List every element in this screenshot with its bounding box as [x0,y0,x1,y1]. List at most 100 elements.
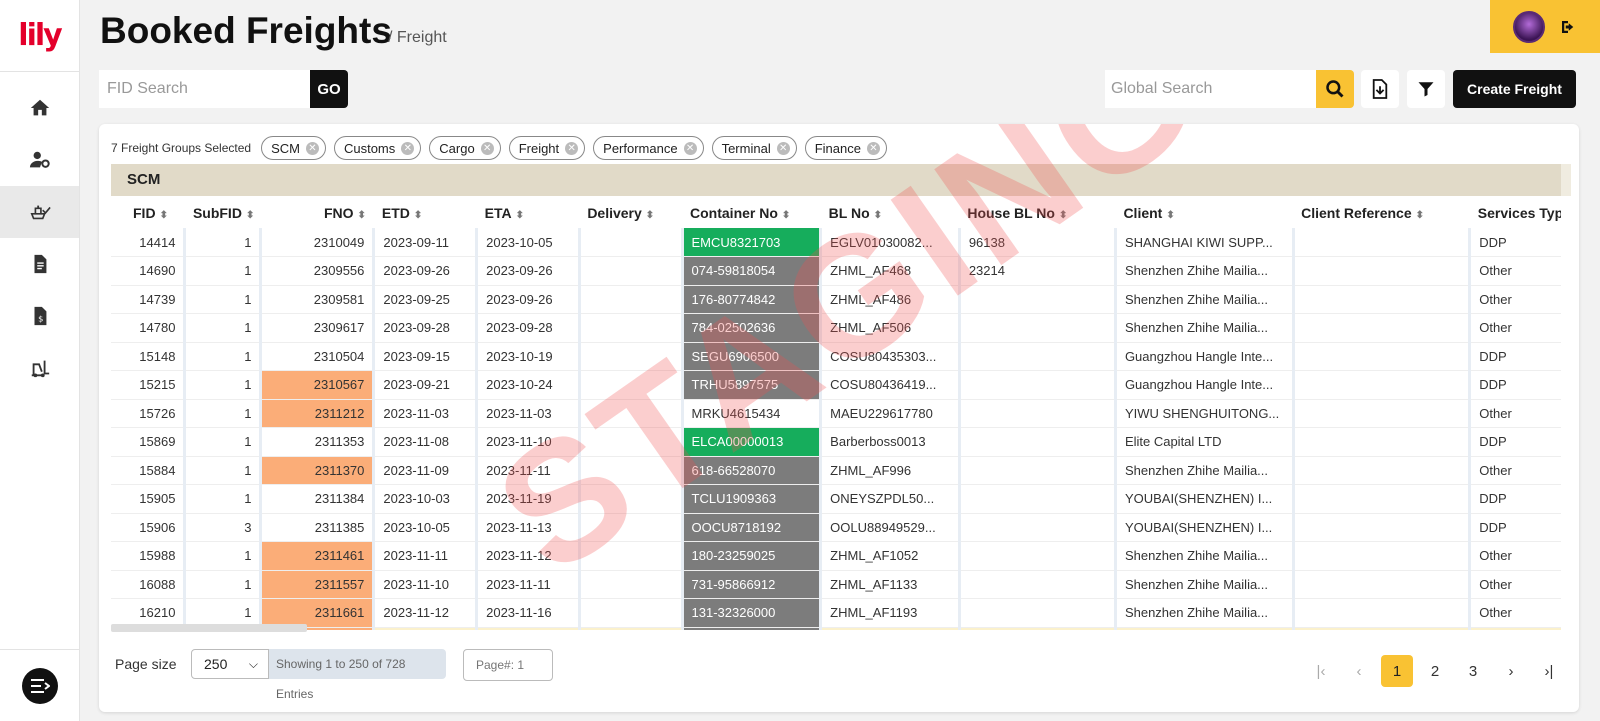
cell-client: YOUBAI(SHENZHEN) I... [1115,484,1295,514]
collapse-menu-button[interactable] [22,667,58,704]
col-header-label: SubFID [192,205,242,221]
page-button-3[interactable]: 3 [1457,655,1489,687]
sort-icon[interactable]: ⬍ [516,210,524,221]
table-row[interactable]: 15215 1 2310567 2023-09-21 2023-10-24 TRHU589… [111,370,1561,400]
table-row[interactable]: 15988 1 2311461 2023-11-11 2023-11-12 180-232… [111,541,1561,571]
horizontal-scrollbar[interactable] [111,624,307,632]
sort-icon[interactable]: ⬍ [1416,210,1424,221]
global-search-button[interactable] [1316,70,1354,108]
col-header-client[interactable]: Client ⬍ [1115,198,1293,228]
sort-icon[interactable]: ⬍ [414,210,422,221]
table-row[interactable]: 14780 1 2309617 2023-09-28 2023-09-28 784-025… [111,313,1561,343]
page-button-1[interactable]: 1 [1381,655,1413,687]
page-size-select[interactable]: 250 ⌵ [191,649,269,679]
filter-summary: 7 Freight Groups Selected [111,141,252,155]
next-page-icon[interactable]: › [1495,655,1527,687]
nav-invoices[interactable]: $ [0,290,79,342]
cell-house-bl-no [959,627,1117,630]
col-header-bl-no[interactable]: BL No ⬍ [821,198,960,228]
sort-icon[interactable]: ⬍ [646,210,654,221]
chip-customs[interactable]: Customs ✕ [333,136,422,160]
remove-chip-icon[interactable]: ✕ [866,141,880,155]
col-header-delivery[interactable]: Delivery ⬍ [579,198,682,228]
fid-search-input[interactable] [99,70,311,108]
go-button[interactable]: GO [310,70,348,108]
chip-scm[interactable]: SCM ✕ [261,136,326,160]
nav-freight[interactable] [0,186,79,238]
table-row[interactable]: 15869 1 2311353 2023-11-08 2023-11-10 ELCA000… [111,427,1561,457]
table-row[interactable]: 14690 1 2309556 2023-09-26 2023-09-26 074-598… [111,256,1561,286]
col-header-subfid[interactable]: SubFID ⬍ [185,198,261,228]
sort-icon[interactable]: ⬍ [246,210,254,221]
download-button[interactable] [1361,70,1399,108]
cell-eta: 2023-11-19 [476,484,581,514]
filter-icon [1418,82,1434,97]
remove-chip-icon[interactable]: ✕ [480,141,494,155]
cell-container-no: 074-59818054 [682,256,823,286]
table-row[interactable]: 15726 1 2311212 2023-11-03 2023-11-03 MRKU461… [111,399,1561,428]
create-freight-button[interactable]: Create Freight [1453,70,1576,108]
table-row[interactable]: 15148 1 2310504 2023-09-15 2023-10-19 SEGU690… [111,342,1561,371]
chip-finance[interactable]: Finance ✕ [804,136,887,160]
chip-freight[interactable]: Freight ✕ [508,136,586,160]
first-page-icon[interactable]: |‹ [1305,655,1337,687]
col-header-eta[interactable]: ETA ⬍ [477,198,580,228]
sort-icon[interactable]: ⬍ [1059,210,1067,221]
avatar[interactable] [1513,10,1545,43]
col-header-label: Delivery [587,205,642,221]
sort-icon[interactable]: ⬍ [358,210,366,221]
table-row[interactable]: 14739 1 2309581 2023-09-25 2023-09-26 176-807… [111,285,1561,314]
cell-services-type: Other [1469,399,1561,428]
cell-etd: 2023-10-05 [373,513,479,542]
filter-button[interactable] [1407,70,1445,108]
sort-icon[interactable]: ⬍ [1166,210,1174,221]
nav-home[interactable] [0,82,79,134]
last-page-icon[interactable]: ›| [1533,655,1565,687]
col-header-services-type[interactable]: Services Type [1470,198,1561,228]
table-row[interactable]: 15884 1 2311370 2023-11-09 2023-11-11 618-665… [111,456,1561,485]
breadcrumb[interactable]: / Freight [388,29,447,47]
home-icon [30,99,49,116]
chip-performance[interactable]: Performance ✕ [593,136,704,160]
logo[interactable]: lily [0,0,79,72]
chip-cargo[interactable]: Cargo ✕ [429,136,501,160]
col-header-fno[interactable]: FNO ⬍ [261,198,374,228]
cell-house-bl-no [959,598,1117,628]
col-header-house-bl-no[interactable]: House BL No ⬍ [959,198,1115,228]
table-row[interactable]: 16210 1 2311661 2023-11-12 2023-11-16 131-323… [111,598,1561,628]
nav-cargo[interactable] [0,342,79,394]
table-row[interactable]: 15906 3 2311385 2023-10-05 2023-11-13 OOCU871… [111,513,1561,542]
remove-chip-icon[interactable]: ✕ [305,141,319,155]
remove-chip-icon[interactable]: ✕ [683,141,697,155]
sort-icon[interactable]: ⬍ [874,210,882,221]
cell-house-bl-no [959,456,1117,485]
nav-user-settings[interactable] [0,134,79,186]
cell-client: YOUBAI(SHENZHEN) I... [1115,513,1295,542]
col-header-etd[interactable]: ETD ⬍ [374,198,477,228]
remove-chip-icon[interactable]: ✕ [565,141,579,155]
table-row[interactable]: 16088 1 2311557 2023-11-10 2023-11-11 731-958… [111,570,1561,599]
remove-chip-icon[interactable]: ✕ [401,141,415,155]
cell-container-no: SEGU6906500 [682,342,823,371]
freight-card: 7 Freight Groups Selected SCM ✕ Customs ✕ … [99,124,1579,712]
cell-delivery [579,513,684,542]
sort-icon[interactable]: ⬍ [782,210,790,221]
nav-documents[interactable] [0,238,79,290]
vertical-scrollbar[interactable] [1561,164,1571,196]
prev-page-icon[interactable]: ‹ [1343,655,1375,687]
logout-icon[interactable] [1559,18,1577,36]
col-header-client-reference[interactable]: Client Reference ⬍ [1293,198,1470,228]
col-header-fid[interactable]: FID ⬍ [111,198,185,228]
chip-terminal[interactable]: Terminal ✕ [711,136,797,160]
table-row[interactable]: 14414 1 2310049 2023-09-11 2023-10-05 EMCU832… [111,228,1561,257]
cell-etd: 2023-09-21 [373,370,479,400]
table-row[interactable]: 15905 1 2311384 2023-10-03 2023-11-19 TCLU190… [111,484,1561,514]
sort-icon[interactable]: ⬍ [160,210,168,221]
col-header-container-no[interactable]: Container No ⬍ [682,198,821,228]
remove-chip-icon[interactable]: ✕ [776,141,790,155]
global-search-input[interactable] [1105,70,1317,108]
cell-client: Shenzhen Zhihe Mailia... [1115,313,1295,343]
page-button-2[interactable]: 2 [1419,655,1451,687]
page-number-input[interactable] [463,649,553,681]
cell-bl-no: ONEYSZPDL50... [820,484,961,514]
